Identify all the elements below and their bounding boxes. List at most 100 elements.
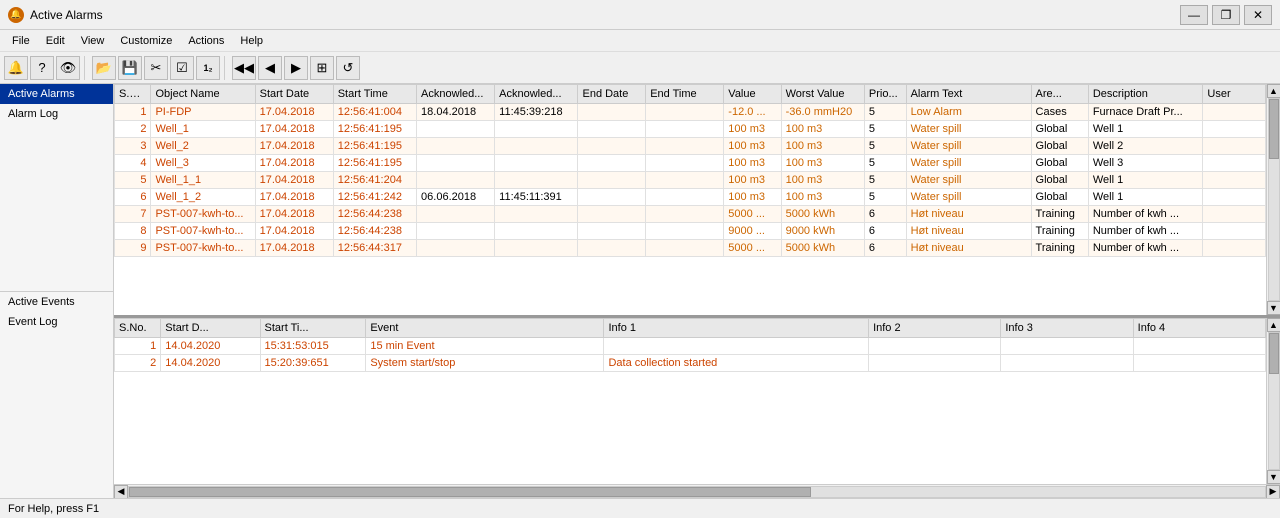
col-end-time[interactable]: End Time — [646, 85, 724, 104]
alarm-cell — [495, 172, 578, 189]
restore-button[interactable]: ❐ — [1212, 5, 1240, 25]
col-area[interactable]: Are... — [1031, 85, 1088, 104]
alarm-cell — [578, 155, 646, 172]
menu-help[interactable]: Help — [232, 33, 271, 49]
scroll-up-btn[interactable]: ▲ — [1267, 84, 1280, 98]
sidebar-item-active-alarms[interactable]: Active Alarms — [0, 84, 113, 104]
window-controls: — ❐ ✕ — [1180, 5, 1272, 25]
col-object[interactable]: Object Name — [151, 85, 255, 104]
col-alarm-text[interactable]: Alarm Text — [906, 85, 1031, 104]
menu-customize[interactable]: Customize — [112, 33, 180, 49]
evt-scroll-right-btn[interactable]: ▶ — [1266, 485, 1280, 499]
sidebar-item-event-log[interactable]: Event Log — [0, 312, 113, 332]
refresh-icon-btn[interactable]: ↺ — [336, 56, 360, 80]
col-prio[interactable]: Prio... — [864, 85, 906, 104]
menu-file[interactable]: File — [4, 33, 38, 49]
alarm-cell: 100 m3 — [781, 172, 864, 189]
evt-scroll-up-btn[interactable]: ▲ — [1267, 318, 1280, 332]
alarm-cell: Cases — [1031, 104, 1088, 121]
alarm-row[interactable]: 3Well_217.04.201812:56:41:195100 m3100 m… — [115, 138, 1266, 155]
alarm-cell: Training — [1031, 223, 1088, 240]
eye-icon-btn[interactable]: 👁 — [56, 56, 80, 80]
menu-actions[interactable]: Actions — [180, 33, 232, 49]
minimize-button[interactable]: — — [1180, 5, 1208, 25]
v-scroll-track[interactable] — [1268, 98, 1280, 301]
alarm-cell: 12:56:41:195 — [333, 121, 416, 138]
alarm-cell: Training — [1031, 240, 1088, 257]
menu-view[interactable]: View — [73, 33, 113, 49]
toolbar: 🔔 ? 👁 📂 💾 ✂ ☑ 1₂ ◀◀ ◀ ▶ ⊞ ↺ — [0, 52, 1280, 84]
alarm-cell — [417, 206, 495, 223]
col-ack-time[interactable]: Acknowled... — [495, 85, 578, 104]
back-icon-btn[interactable]: ◀◀ — [232, 56, 256, 80]
alarm-cell: Global — [1031, 138, 1088, 155]
sidebar-item-active-events[interactable]: Active Events — [0, 292, 113, 312]
alarms-vscrollbar[interactable]: ▲ ▼ — [1266, 84, 1280, 315]
alarm-cell: Well 3 — [1088, 155, 1203, 172]
evt-v-scroll-track[interactable] — [1268, 332, 1280, 470]
alarm-cell: PST-007-kwh-to... — [151, 206, 255, 223]
alarm-row[interactable]: 9PST-007-kwh-to...17.04.201812:56:44:317… — [115, 240, 1266, 257]
evt-h-scroll-track[interactable] — [128, 486, 1266, 498]
cut-icon-btn[interactable]: ✂ — [144, 56, 168, 80]
number-icon-btn[interactable]: 1₂ — [196, 56, 220, 80]
alarm-row[interactable]: 6Well_1_217.04.201812:56:41:24206.06.201… — [115, 189, 1266, 206]
alarm-cell: Water spill — [906, 121, 1031, 138]
evt-col-info3[interactable]: Info 3 — [1001, 319, 1133, 338]
alarm-row[interactable]: 1PI-FDP17.04.201812:56:41:00418.04.20181… — [115, 104, 1266, 121]
col-value[interactable]: Value — [724, 85, 781, 104]
alarm-cell: Number of kwh ... — [1088, 223, 1203, 240]
col-user[interactable]: User — [1203, 85, 1266, 104]
alarm-cell: PST-007-kwh-to... — [151, 240, 255, 257]
evt-col-info1[interactable]: Info 1 — [604, 319, 869, 338]
alarm-row[interactable]: 5Well_1_117.04.201812:56:41:204100 m3100… — [115, 172, 1266, 189]
alarm-cell — [646, 104, 724, 121]
events-table-scroll-container[interactable]: S.No. Start D... Start Ti... Event Info … — [114, 318, 1280, 484]
alarm-cell — [495, 121, 578, 138]
col-ack-date[interactable]: Acknowled... — [417, 85, 495, 104]
filter-icon-btn[interactable]: ⊞ — [310, 56, 334, 80]
col-worst-value[interactable]: Worst Value — [781, 85, 864, 104]
question-icon-btn[interactable]: ? — [30, 56, 54, 80]
evt-scroll-down-btn[interactable]: ▼ — [1267, 470, 1280, 484]
evt-col-info2[interactable]: Info 2 — [869, 319, 1001, 338]
evt-col-info4[interactable]: Info 4 — [1133, 319, 1265, 338]
alarm-row[interactable]: 2Well_117.04.201812:56:41:195100 m3100 m… — [115, 121, 1266, 138]
col-start-time[interactable]: Start Time — [333, 85, 416, 104]
save-icon-btn[interactable]: 💾 — [118, 56, 142, 80]
col-start-date[interactable]: Start Date — [255, 85, 333, 104]
evt-col-start-time[interactable]: Start Ti... — [260, 319, 366, 338]
alarm-cell: 5 — [864, 155, 906, 172]
alarm-row[interactable]: 8PST-007-kwh-to...17.04.201812:56:44:238… — [115, 223, 1266, 240]
events-vscrollbar[interactable]: ▲ ▼ — [1266, 318, 1280, 484]
next-icon-btn[interactable]: ▶ — [284, 56, 308, 80]
alarm-row[interactable]: 7PST-007-kwh-to...17.04.201812:56:44:238… — [115, 206, 1266, 223]
alarm-cell: Well 1 — [1088, 172, 1203, 189]
alarm-cell: 5000 kWh — [781, 206, 864, 223]
col-description[interactable]: Description — [1088, 85, 1203, 104]
alarm-cell: 5 — [115, 172, 151, 189]
open-icon-btn[interactable]: 📂 — [92, 56, 116, 80]
events-hscrollbar[interactable]: ◀ ▶ — [114, 484, 1280, 498]
alarm-cell: Furnace Draft Pr... — [1088, 104, 1203, 121]
status-bar: For Help, press F1 — [0, 498, 1280, 518]
checkbox-icon-btn[interactable]: ☑ — [170, 56, 194, 80]
event-row[interactable]: 214.04.202015:20:39:651System start/stop… — [115, 355, 1266, 372]
prev-icon-btn[interactable]: ◀ — [258, 56, 282, 80]
evt-col-start-date[interactable]: Start D... — [161, 319, 260, 338]
close-button[interactable]: ✕ — [1244, 5, 1272, 25]
sidebar-item-alarm-log[interactable]: Alarm Log — [0, 104, 113, 124]
evt-col-event[interactable]: Event — [366, 319, 604, 338]
alarm-cell: Well 2 — [1088, 138, 1203, 155]
scroll-down-btn[interactable]: ▼ — [1267, 301, 1280, 315]
col-end-date[interactable]: End Date — [578, 85, 646, 104]
alarm-cell: 12:56:44:317 — [333, 240, 416, 257]
alarm-cell: 9000 ... — [724, 223, 781, 240]
alarm-row[interactable]: 4Well_317.04.201812:56:41:195100 m3100 m… — [115, 155, 1266, 172]
menu-edit[interactable]: Edit — [38, 33, 73, 49]
alarms-table-scroll-container[interactable]: S.No. Object Name Start Date Start Time … — [114, 84, 1280, 315]
event-cell: 2 — [115, 355, 161, 372]
event-row[interactable]: 114.04.202015:31:53:01515 min Event — [115, 338, 1266, 355]
bell-icon-btn[interactable]: 🔔 — [4, 56, 28, 80]
evt-scroll-left-btn[interactable]: ◀ — [114, 485, 128, 499]
